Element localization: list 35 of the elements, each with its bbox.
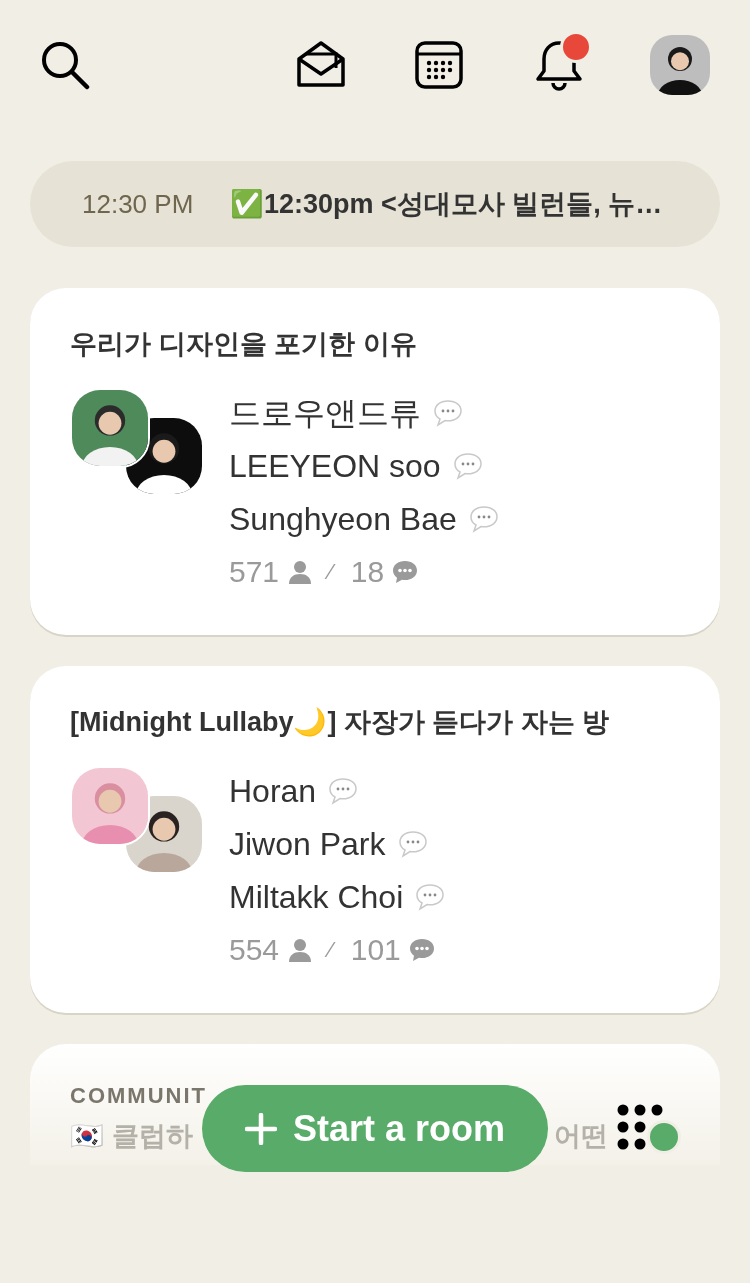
speaker-name: Miltakk Choi bbox=[229, 877, 404, 917]
room-card[interactable]: [Midnight Lullaby🌙] 자장가 듣다가 자는 방 Horan Jiwon Park Miltakk Choi 554 ⁄ 101 bbox=[30, 666, 720, 1013]
chat-icon bbox=[408, 937, 435, 962]
speaker-name: Jiwon Park bbox=[229, 824, 386, 864]
speaker-name: Horan bbox=[229, 771, 317, 811]
person-icon bbox=[289, 937, 312, 962]
plus-icon bbox=[244, 1112, 277, 1145]
envelope-icon[interactable] bbox=[296, 40, 346, 90]
upcoming-event-banner[interactable]: 12:30 PM ✅12:30pm <성대모사 빌런들, 뉴… bbox=[30, 161, 720, 247]
speech-bubble-icon bbox=[468, 504, 499, 533]
listener-count: 571 bbox=[229, 554, 280, 590]
chat-icon bbox=[392, 559, 419, 584]
event-title: ✅12:30pm <성대모사 빌런들, 뉴… bbox=[230, 187, 663, 221]
event-time: 12:30 PM bbox=[82, 187, 195, 221]
room-title: 어떤 bbox=[554, 1120, 608, 1153]
speech-bubble-icon bbox=[415, 882, 446, 911]
speaker-name: LEEYEON soo bbox=[229, 446, 441, 486]
speech-bubble-icon bbox=[397, 829, 428, 858]
dot-grid-icon[interactable] bbox=[617, 1104, 663, 1150]
room-title: 우리가 디자인을 포기한 이유 bbox=[70, 328, 418, 361]
message-count: 101 bbox=[350, 932, 401, 968]
room-card[interactable]: 우리가 디자인을 포기한 이유 드로우앤드류 LEEYEON soo Sunghyeon Bae 571 ⁄ 18 bbox=[30, 288, 720, 635]
search-icon[interactable] bbox=[40, 40, 90, 90]
room-title: [Midnight Lullaby🌙] 자장가 듣다가 자는 방 bbox=[70, 706, 611, 739]
speaker-name: Sunghyeon Bae bbox=[229, 499, 457, 539]
room-title: 🇰🇷 클럽하 bbox=[70, 1120, 193, 1153]
speech-bubble-icon bbox=[452, 451, 483, 480]
calendar-icon[interactable] bbox=[414, 40, 464, 90]
speaker-name: 드로우앤드류 bbox=[229, 393, 421, 433]
person-icon bbox=[289, 559, 312, 584]
message-count: 18 bbox=[350, 554, 385, 590]
profile-avatar[interactable] bbox=[650, 35, 710, 95]
speech-bubble-icon bbox=[328, 776, 359, 805]
listener-count: 554 bbox=[229, 932, 280, 968]
speech-bubble-icon bbox=[433, 398, 463, 427]
